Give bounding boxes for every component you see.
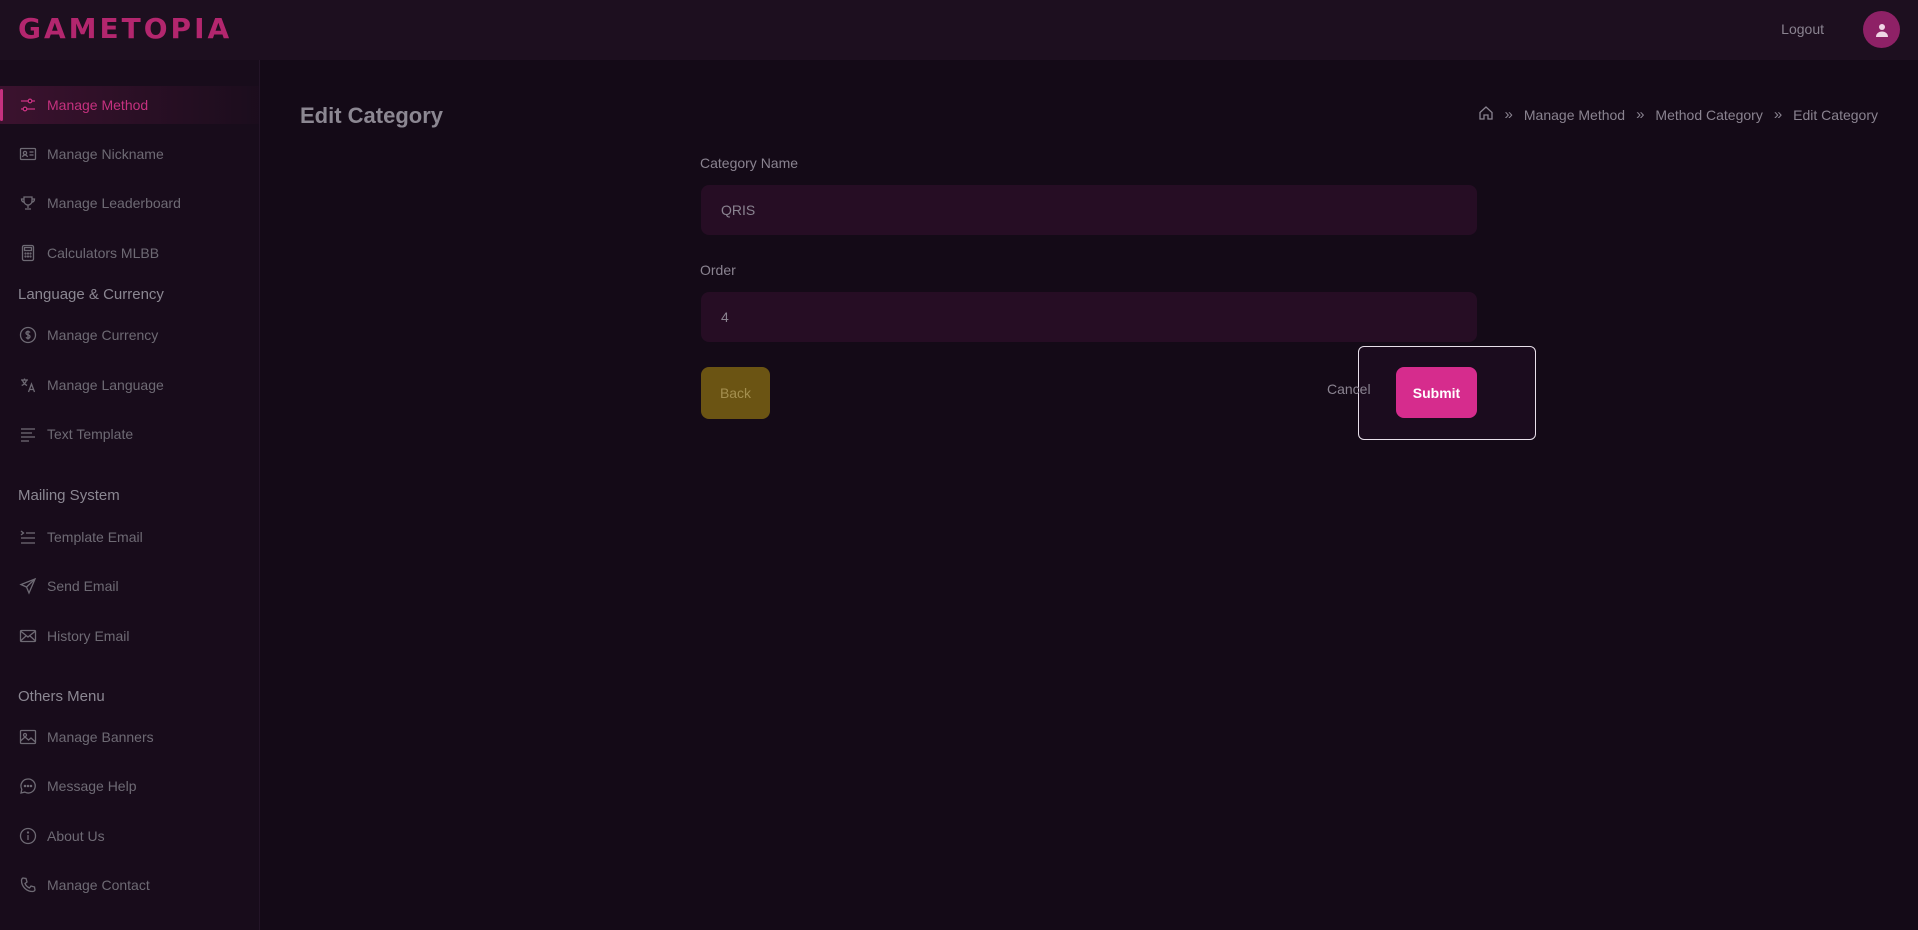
sidebar: Manage Method Manage Nickname Manage Lea… xyxy=(0,60,260,930)
order-input[interactable] xyxy=(701,292,1477,342)
sidebar-section-heading: Mailing System xyxy=(18,487,120,504)
sidebar-item-manage-language[interactable]: Manage Language xyxy=(0,366,259,404)
phone-icon xyxy=(19,876,37,894)
chat-icon xyxy=(19,777,37,795)
sidebar-item-manage-nickname[interactable]: Manage Nickname xyxy=(0,135,259,173)
order-label: Order xyxy=(700,262,736,278)
breadcrumb-method-category[interactable]: Method Category xyxy=(1655,107,1762,123)
trophy-icon xyxy=(19,194,37,212)
sidebar-section-heading: Language & Currency xyxy=(18,286,164,303)
sidebar-item-label: Manage Language xyxy=(47,377,164,393)
chevron-double-right-icon: » xyxy=(1773,106,1783,123)
page-title: Edit Category xyxy=(300,103,444,128)
breadcrumb-edit-category: Edit Category xyxy=(1793,106,1878,123)
sidebar-item-manage-contact[interactable]: Manage Contact xyxy=(0,866,259,904)
sidebar-item-message-help[interactable]: Message Help xyxy=(0,767,259,805)
sidebar-item-manage-currency[interactable]: Manage Currency xyxy=(0,316,259,354)
text-lines-icon xyxy=(19,425,37,443)
sidebar-item-label: Manage Method xyxy=(47,97,149,113)
sidebar-item-label: Manage Currency xyxy=(47,327,159,343)
info-icon xyxy=(19,827,37,845)
sidebar-item-text-template[interactable]: Text Template xyxy=(0,415,259,453)
sidebar-item-send-email[interactable]: Send Email xyxy=(0,567,259,605)
envelope-icon xyxy=(19,627,37,645)
sidebar-item-label: History Email xyxy=(47,628,130,644)
image-icon xyxy=(19,728,37,746)
sliders-icon xyxy=(19,96,37,114)
calculator-icon xyxy=(19,244,37,262)
sidebar-item-manage-method[interactable]: Manage Method xyxy=(0,86,259,124)
list-indent-icon xyxy=(19,528,37,546)
sidebar-item-history-email[interactable]: History Email xyxy=(0,617,259,655)
breadcrumb: » Manage Method » Method Category » Edit… xyxy=(1478,105,1878,124)
sidebar-item-about-us[interactable]: About Us xyxy=(0,817,259,855)
sidebar-item-label: About Us xyxy=(47,828,105,844)
app-logo[interactable]: GAMETOPIA xyxy=(18,12,232,45)
id-card-icon xyxy=(19,145,37,163)
category-name-input[interactable] xyxy=(701,185,1477,235)
sidebar-item-label: Message Help xyxy=(47,778,137,794)
sidebar-item-label: Template Email xyxy=(47,529,143,545)
translate-icon xyxy=(19,376,37,394)
submit-button[interactable]: Submit xyxy=(1396,367,1477,418)
sidebar-item-manage-leaderboard[interactable]: Manage Leaderboard xyxy=(0,184,259,222)
sidebar-item-label: Calculators MLBB xyxy=(47,245,160,261)
breadcrumb-manage-method[interactable]: Manage Method xyxy=(1524,107,1625,123)
user-avatar[interactable] xyxy=(1863,11,1900,48)
sidebar-item-template-email[interactable]: Template Email xyxy=(0,518,259,556)
sidebar-item-manage-banners[interactable]: Manage Banners xyxy=(0,718,259,756)
sidebar-item-label: Text Template xyxy=(47,426,134,442)
sidebar-item-label: Send Email xyxy=(47,578,119,594)
cancel-button[interactable]: Cancel xyxy=(1327,381,1371,397)
chevron-double-right-icon: » xyxy=(1636,106,1645,123)
chevron-double-right-icon: » xyxy=(1504,106,1513,123)
back-button[interactable]: Back xyxy=(701,367,770,419)
sidebar-item-label: Manage Banners xyxy=(47,729,154,745)
home-icon[interactable] xyxy=(1478,105,1494,124)
category-name-label: Category Name xyxy=(700,155,799,171)
user-icon xyxy=(1875,23,1888,37)
sidebar-item-label: Manage Leaderboard xyxy=(47,195,181,211)
logout-link[interactable]: Logout xyxy=(1781,21,1824,37)
dollar-icon xyxy=(19,326,37,344)
sidebar-item-label: Manage Contact xyxy=(47,877,150,893)
sidebar-section-heading: Others Menu xyxy=(18,688,105,705)
top-bar: GAMETOPIA Logout xyxy=(0,0,1918,60)
sidebar-item-label: Manage Nickname xyxy=(47,146,164,162)
send-icon xyxy=(19,577,37,595)
sidebar-item-calculators-mlbb[interactable]: Calculators MLBB xyxy=(0,234,259,272)
